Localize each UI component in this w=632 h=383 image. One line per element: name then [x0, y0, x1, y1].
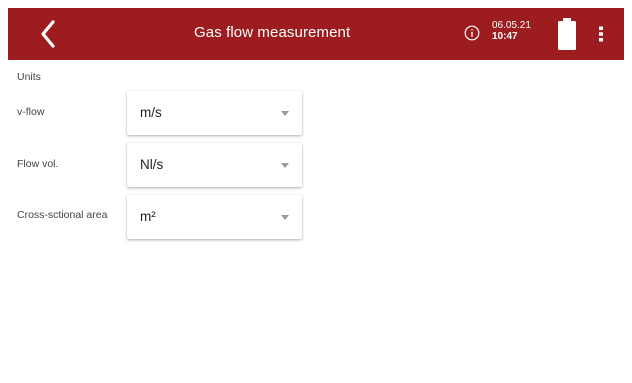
flow-vol-label: Flow vol.	[17, 158, 59, 170]
page-title: Gas flow measurement	[194, 24, 351, 41]
v-flow-select[interactable]: m/s	[127, 91, 302, 135]
time-text: 10:47	[492, 31, 518, 42]
cross-sectional-area-select[interactable]: m²	[127, 195, 302, 239]
date-text: 06.05.21	[492, 20, 531, 31]
more-vertical-icon[interactable]	[598, 26, 604, 42]
v-flow-value: m/s	[140, 105, 162, 120]
v-flow-label: v-flow	[17, 106, 45, 118]
cross-sectional-area-value: m²	[140, 209, 156, 224]
dropdown-arrow-icon	[281, 163, 289, 168]
flow-vol-value: Nl/s	[140, 157, 164, 172]
cross-sectional-area-label: Cross-sctional area	[17, 209, 108, 221]
back-arrow-icon[interactable]	[36, 18, 60, 50]
battery-icon	[558, 18, 576, 50]
units-section-title: Units	[17, 71, 41, 83]
dropdown-arrow-icon	[281, 111, 289, 116]
info-icon[interactable]	[464, 25, 480, 41]
app-header: Gas flow measurement 06.05.21 10:47	[8, 8, 624, 60]
date-time: 06.05.21 10:47	[492, 20, 531, 42]
flow-vol-select[interactable]: Nl/s	[127, 143, 302, 187]
dropdown-arrow-icon	[281, 215, 289, 220]
